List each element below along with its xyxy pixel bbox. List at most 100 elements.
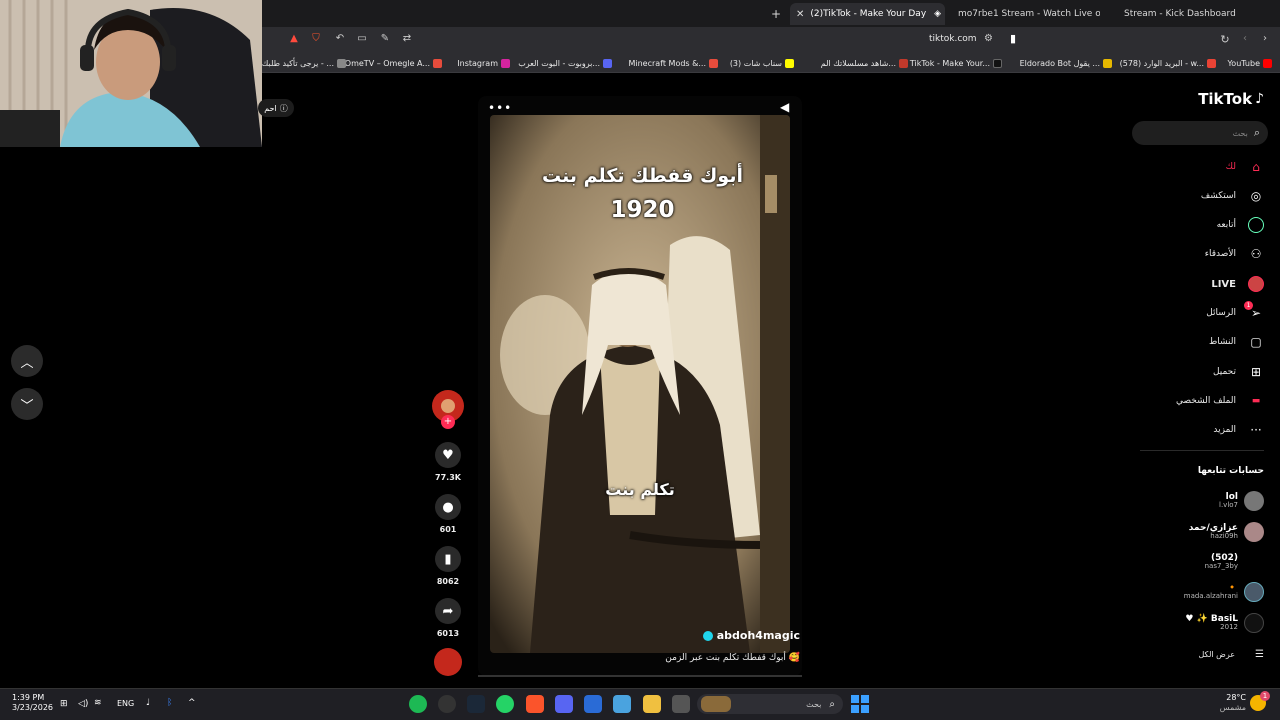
task-view-icon[interactable]: [672, 695, 690, 713]
search-highlight-image: [701, 696, 731, 712]
volume-icon[interactable]: ◁): [78, 699, 88, 709]
forward-icon[interactable]: ›: [1258, 33, 1272, 44]
network-icon[interactable]: ⊞: [60, 699, 68, 709]
reload-icon[interactable]: ↻: [1218, 33, 1232, 46]
nav-following[interactable]: أتابعه: [1217, 215, 1264, 235]
url-text: tiktok.com: [929, 34, 977, 44]
site-settings-icon[interactable]: ⚙: [984, 33, 993, 44]
close-tab-icon[interactable]: ✕: [796, 9, 804, 20]
snapchat-icon: [785, 58, 794, 68]
author-avatar-button[interactable]: +: [432, 390, 464, 429]
save-button[interactable]: ▮ 8062: [432, 546, 464, 586]
microphone-icon[interactable]: ♩: [146, 698, 150, 708]
webcam-overlay: [0, 0, 262, 147]
following-item[interactable]: ♥ ✨ BasiL 2012: [1185, 610, 1264, 636]
bookmark-youtube[interactable]: YouTube: [1227, 56, 1272, 70]
following-item[interactable]: عزازي/حمد hazi09h: [1189, 519, 1264, 545]
bookmark-probot[interactable]: بروبوت - البوت العرب...: [518, 56, 612, 70]
search-input[interactable]: بحث ⌕: [1132, 121, 1268, 145]
bookmark-minecraft[interactable]: Minecraft Mods &...: [628, 56, 718, 70]
bookmark-tiktok[interactable]: TikTok - Make Your...: [910, 56, 1002, 70]
video-author[interactable]: abdoh4magic: [600, 629, 800, 642]
windows-start-button[interactable]: [851, 695, 869, 713]
follow-plus-icon[interactable]: +: [441, 415, 455, 429]
bluetooth-icon[interactable]: ᛒ: [167, 698, 172, 708]
youtube-icon: [1263, 58, 1272, 68]
nav-friends[interactable]: الأصدقاء ⚇: [1205, 244, 1264, 264]
windows-logo-icon: [851, 695, 859, 703]
video-overlay-year: 1920: [610, 197, 675, 223]
tab-kick-stream[interactable]: mo7rbe1 Stream - Watch Live on Kick: [950, 3, 1100, 25]
windows-logo-icon: [861, 705, 869, 713]
mute-icon[interactable]: ◈: [934, 9, 941, 19]
windows-logo-icon: [851, 705, 859, 713]
music-disc-button[interactable]: [432, 648, 464, 676]
discord-icon[interactable]: [555, 695, 573, 713]
nav-more[interactable]: المزيد ···: [1213, 420, 1264, 440]
keyboard-shortcut-chip[interactable]: احم ⓘ: [258, 99, 294, 117]
more-options-icon[interactable]: •••: [488, 101, 512, 115]
shahid-icon: [899, 58, 908, 68]
following-item[interactable]: 🔸 mada.alzahrani: [1184, 579, 1264, 605]
messages-icon: ➢ 1: [1244, 301, 1264, 321]
minecraft-icon: [709, 58, 718, 68]
compass-icon: ◎: [1250, 189, 1262, 203]
tiktok-note-icon: ♪: [1255, 91, 1264, 107]
bookmark-eldorado[interactable]: Eldorado Bot يقول ...: [1020, 56, 1112, 70]
steam-icon[interactable]: [467, 695, 485, 713]
whatsapp-icon[interactable]: [496, 695, 514, 713]
nav-live[interactable]: LIVE: [1211, 274, 1264, 294]
following-item[interactable]: (502) nas7_3by: [1205, 549, 1264, 575]
following-icon: [1248, 217, 1264, 233]
ometv-icon: [433, 58, 442, 68]
photos-icon[interactable]: [613, 695, 631, 713]
store-icon[interactable]: [584, 695, 602, 713]
file-explorer-icon[interactable]: [643, 695, 661, 713]
nav-messages[interactable]: الرسائل ➢ 1: [1206, 301, 1264, 323]
obs-icon[interactable]: [438, 695, 456, 713]
tab-title: Stream - Kick Dashboard: [1124, 9, 1236, 19]
new-tab-button[interactable]: +: [766, 3, 786, 25]
chevron-down-icon: ﹀: [20, 398, 34, 414]
bookmark-gmail[interactable]: (578) البريد الوارد - w...: [1120, 56, 1216, 70]
weather-widget[interactable]: 28°C مشمس: [1214, 693, 1246, 713]
volume-icon[interactable]: ◀: [780, 100, 789, 114]
wifi-icon[interactable]: ≋: [94, 698, 102, 708]
spotify-icon[interactable]: [409, 695, 427, 713]
clock[interactable]: 1:39 PM 3/23/2026: [12, 693, 53, 713]
video-overlay-caption: تكلم بنت: [605, 480, 675, 499]
bookmark-icon[interactable]: ▮: [1010, 32, 1016, 45]
taskbar-search-box[interactable]: بحث ⌕: [697, 694, 843, 714]
brave-icon[interactable]: [526, 695, 544, 713]
tab-tiktok[interactable]: ✕ (2)TikTok - Make Your Day ◈: [790, 3, 945, 25]
language-indicator[interactable]: ENG: [117, 699, 134, 708]
music-disc-icon: [434, 648, 462, 676]
video-frame: [490, 115, 790, 653]
nav-profile[interactable]: الملف الشخصي ▬: [1176, 391, 1264, 411]
share-button[interactable]: ➦ 6013: [432, 598, 464, 638]
like-button[interactable]: ♥ 77.3K: [432, 442, 464, 482]
bookmark-instagram[interactable]: Instagram: [457, 56, 510, 70]
previous-video-button[interactable]: ︿: [11, 345, 43, 377]
show-hidden-icons-icon[interactable]: ^: [188, 698, 196, 708]
back-icon[interactable]: ‹: [1238, 33, 1252, 44]
see-all-link[interactable]: عرض الكل ☰: [1198, 644, 1264, 664]
next-video-button[interactable]: ﹀: [11, 388, 43, 420]
bookmark-confirm-request[interactable]: يرجى تأكيد طلبك - ...: [262, 56, 346, 70]
comment-button[interactable]: ● 601: [432, 494, 464, 534]
following-item[interactable]: lol l.vlo7: [1219, 488, 1264, 514]
bookmark-ometv[interactable]: OmeTV – Omegle A...: [345, 56, 442, 70]
address-bar[interactable]: tiktok.com ⚙ ▮: [282, 29, 1032, 51]
bookmark-snapchat[interactable]: (3) سناب شات: [730, 56, 794, 70]
nav-activity[interactable]: النشاط ▢: [1209, 332, 1264, 352]
bookmark-shahid[interactable]: شاهد مسلسلاتك الم...: [821, 56, 908, 70]
nav-upload[interactable]: تحميل ⊞: [1213, 362, 1264, 382]
nav-explore[interactable]: استكشف ◎: [1201, 186, 1264, 206]
tab-kick-dashboard[interactable]: Stream - Kick Dashboard: [1120, 3, 1270, 25]
search-icon: ⌕: [829, 698, 835, 710]
video-progress-bar[interactable]: [478, 675, 802, 677]
nav-for-you[interactable]: لك ⌂: [1226, 157, 1264, 177]
tiktok-logo[interactable]: TikTok ♪: [1198, 90, 1264, 108]
comment-count: 601: [439, 525, 457, 534]
live-icon: [1248, 276, 1264, 292]
